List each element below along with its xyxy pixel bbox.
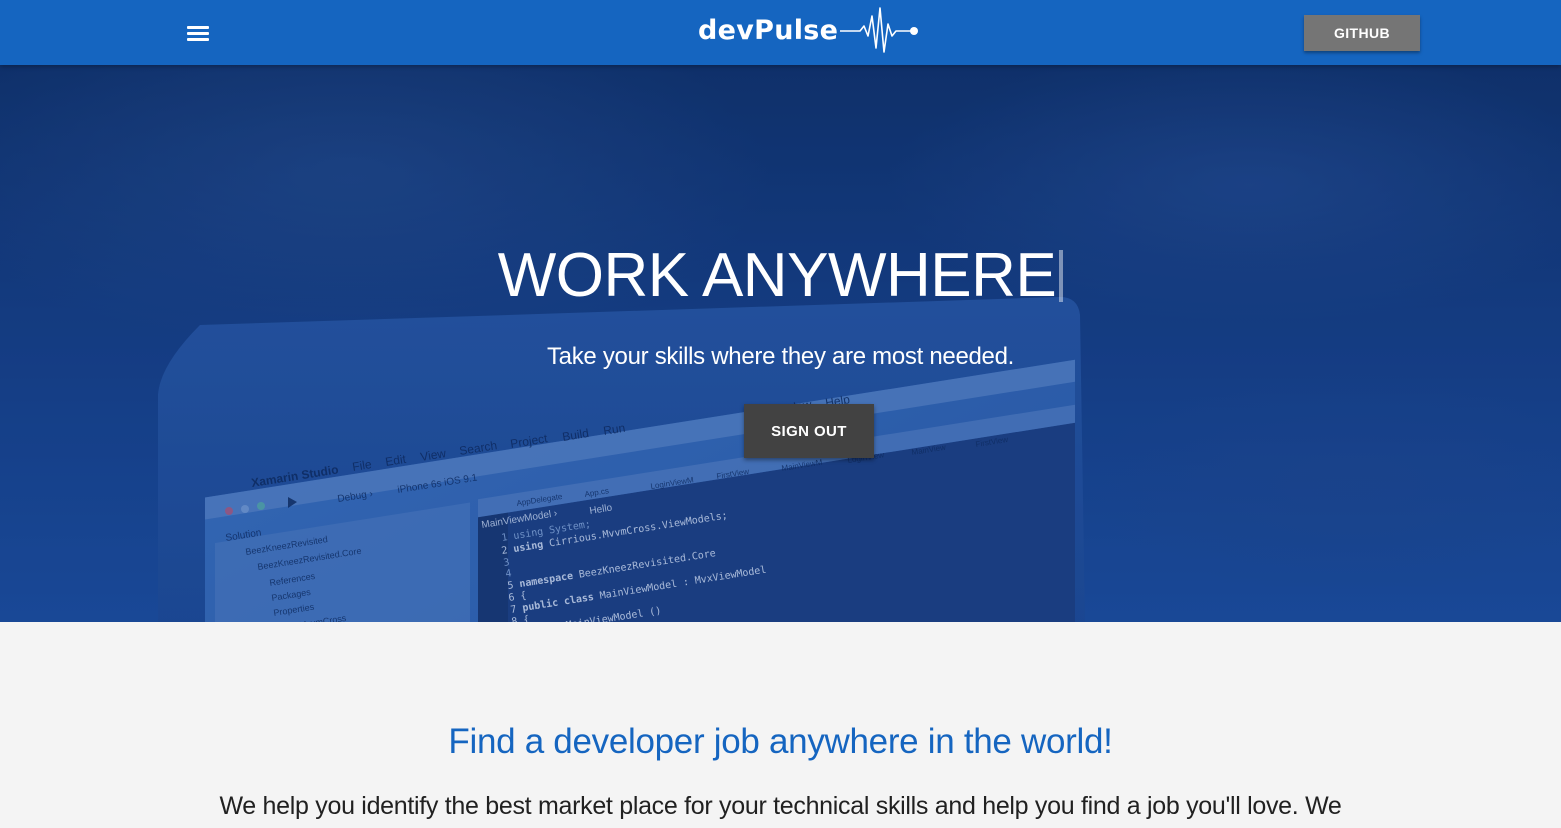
intro-section: Find a developer job anywhere in the wor… (0, 622, 1561, 828)
hero-subtitle: Take your skills where they are most nee… (546, 343, 1015, 370)
hero-section: Xamarin Studio File Edit View Search Pro… (0, 65, 1561, 622)
hamburger-menu-icon[interactable] (184, 22, 212, 44)
typing-cursor (1059, 250, 1064, 302)
brand-name: devPulse (698, 14, 839, 46)
menu-line (187, 32, 209, 35)
top-navbar: devPulse GITHUB (0, 0, 1561, 65)
intro-heading: Find a developer job anywhere in the wor… (448, 722, 1113, 761)
sign-out-button[interactable]: SIGN OUT (744, 404, 874, 458)
heartbeat-pulse-icon (840, 7, 919, 53)
menu-line (187, 38, 209, 41)
intro-text: We help you identify the best market pla… (219, 792, 1342, 820)
hero-title: WORK ANYWHERE (0, 237, 1561, 315)
hero-title-text: WORK ANYWHERE (497, 241, 1057, 310)
github-button[interactable]: GITHUB (1304, 15, 1420, 51)
menu-line (187, 26, 209, 29)
brand-logo-link[interactable]: devPulse (698, 4, 920, 56)
